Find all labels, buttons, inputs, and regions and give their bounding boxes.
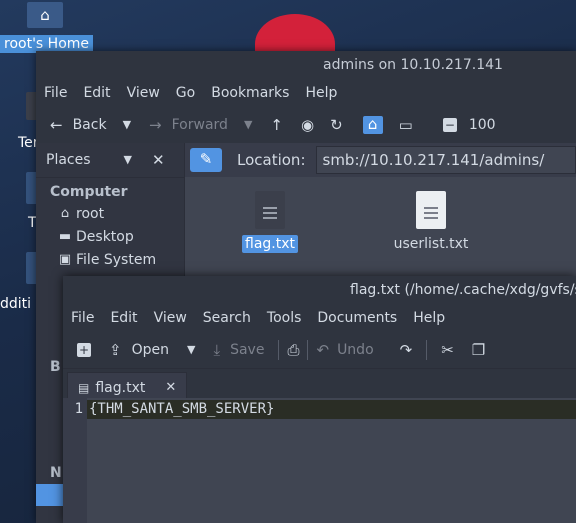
undo-icon: ↶ xyxy=(316,341,330,359)
file-manager-title: admins on 10.10.217.141 xyxy=(323,57,503,73)
up-arrow-icon[interactable]: ↑ xyxy=(270,117,283,133)
edit-location-button[interactable]: ✎ xyxy=(190,148,222,172)
sidebar-item-file-system[interactable]: ▣ File System xyxy=(36,248,184,271)
menu-go[interactable]: Go xyxy=(168,85,203,101)
back-button-label: Back xyxy=(72,117,107,133)
reload-icon[interactable]: ↻ xyxy=(330,117,343,133)
cut-icon[interactable]: ✂ xyxy=(441,342,454,358)
zoom-level: 100 xyxy=(468,117,496,133)
menu-file[interactable]: File xyxy=(63,310,102,326)
open-button-label: Open xyxy=(131,342,169,358)
file-name: flag.txt xyxy=(242,235,298,253)
text-editor-window: flag.txt (/home/.cache/xdg/gvfs/smb-shar… xyxy=(63,276,576,523)
menu-documents[interactable]: Documents xyxy=(309,310,405,326)
sidebar-item-label: Desktop xyxy=(76,228,134,245)
zoom-out-icon[interactable]: − xyxy=(442,118,457,132)
menu-help[interactable]: Help xyxy=(297,85,345,101)
text-line[interactable]: {THM_SANTA_SMB_SERVER} xyxy=(87,400,576,419)
sidebar-item-root[interactable]: ⌂ root xyxy=(36,202,184,225)
menu-search[interactable]: Search xyxy=(195,310,259,326)
sidebar-section-computer: Computer xyxy=(50,184,128,200)
sidebar-item-desktop[interactable]: ▬ Desktop xyxy=(36,225,184,248)
forward-button-label: Forward xyxy=(171,117,228,133)
menu-tools[interactable]: Tools xyxy=(259,310,310,326)
drive-icon: ▣ xyxy=(58,251,72,267)
sidebar-section-n: N xyxy=(50,465,62,481)
desktop-label-additional: dditi xyxy=(0,296,32,312)
pencil-icon: ✎ xyxy=(199,150,213,168)
location-label: Location: xyxy=(237,151,306,169)
sidebar-section-b: B xyxy=(50,359,61,375)
text-file-icon xyxy=(416,191,446,229)
sidebar-item-label: File System xyxy=(76,251,157,268)
home-icon: ⌂ xyxy=(60,205,70,221)
undo-button[interactable]: ↶ Undo xyxy=(316,342,373,358)
menu-view[interactable]: View xyxy=(146,310,195,326)
open-icon: ⇪ xyxy=(109,341,122,359)
location-input[interactable]: smb://10.10.217.141/admins/ xyxy=(315,146,576,174)
home-button-icon[interactable]: ⌂ xyxy=(362,116,383,134)
menu-edit[interactable]: Edit xyxy=(75,85,118,101)
save-button-label: Save xyxy=(230,342,265,358)
open-button[interactable]: ⇪ Open xyxy=(109,342,169,358)
file-manager-toolbar: ← Back ▼ → Forward ▼ ↑ ◉ ↻ ⌂ ▭ − 100 xyxy=(36,107,576,144)
file-manager-menubar: File Edit View Go Bookmarks Help xyxy=(36,79,576,107)
text-file-icon xyxy=(255,191,285,229)
toolbar-separator xyxy=(426,340,428,360)
places-header: Places ▼ ✕ xyxy=(36,143,184,178)
file-item-flag[interactable]: flag.txt xyxy=(215,191,325,253)
editor-titlebar[interactable]: flag.txt (/home/.cache/xdg/gvfs/smb-shar… xyxy=(63,276,576,304)
forward-dropdown-icon[interactable]: ▼ xyxy=(244,117,252,133)
text-area[interactable]: 1 {THM_SANTA_SMB_SERVER} xyxy=(63,398,576,523)
back-arrow-icon: ← xyxy=(50,116,63,134)
toolbar-separator xyxy=(307,340,309,360)
redo-icon[interactable]: ↷ xyxy=(400,342,413,358)
menu-view[interactable]: View xyxy=(119,85,168,101)
close-sidebar-icon[interactable]: ✕ xyxy=(152,152,165,168)
sidebar-item-label: root xyxy=(76,205,105,222)
home-folder-icon[interactable]: ⌂ xyxy=(27,2,63,28)
print-icon[interactable]: ⎙ xyxy=(287,342,299,358)
save-button[interactable]: ⤓ Save xyxy=(213,342,264,358)
menu-edit[interactable]: Edit xyxy=(102,310,145,326)
forward-arrow-icon: → xyxy=(149,116,162,134)
location-bar: ✎ Location: smb://10.10.217.141/admins/ xyxy=(185,143,576,177)
menu-bookmarks[interactable]: Bookmarks xyxy=(203,85,297,101)
line-number-gutter: 1 xyxy=(63,398,87,523)
open-dropdown-icon[interactable]: ▼ xyxy=(187,342,195,358)
undo-button-label: Undo xyxy=(337,342,374,358)
toolbar-separator xyxy=(278,340,280,360)
menu-file[interactable]: File xyxy=(36,85,75,101)
forward-button[interactable]: → Forward xyxy=(149,117,228,133)
places-label: Places xyxy=(46,152,91,168)
close-tab-icon[interactable]: ✕ xyxy=(165,380,176,396)
file-item-userlist[interactable]: userlist.txt xyxy=(376,191,486,253)
file-manager-titlebar[interactable]: admins on 10.10.217.141 xyxy=(36,51,576,79)
tab-label: flag.txt xyxy=(95,380,146,396)
stop-icon[interactable]: ◉ xyxy=(301,117,314,133)
document-icon: ▤ xyxy=(78,381,90,395)
new-document-icon[interactable]: + xyxy=(77,343,91,357)
desktop-icon: ▬ xyxy=(58,228,72,244)
file-name: userlist.txt xyxy=(393,236,469,252)
line-number: 1 xyxy=(74,401,83,417)
back-button[interactable]: ← Back xyxy=(50,117,107,133)
back-dropdown-icon[interactable]: ▼ xyxy=(123,117,131,133)
editor-title: flag.txt (/home/.cache/xdg/gvfs/smb-shar… xyxy=(350,282,576,298)
sidebar-selected-item[interactable] xyxy=(36,484,66,506)
computer-icon[interactable]: ▭ xyxy=(399,117,413,133)
copy-icon[interactable]: ❐ xyxy=(472,342,485,358)
editor-toolbar: + ⇪ Open ▼ ⤓ Save ⎙ ↶ Undo ↷ ✂ ❐ xyxy=(63,332,576,369)
menu-help[interactable]: Help xyxy=(405,310,453,326)
places-dropdown-icon[interactable]: ▼ xyxy=(124,152,132,168)
save-icon: ⤓ xyxy=(213,341,221,359)
editor-menubar: File Edit View Search Tools Documents He… xyxy=(63,304,576,332)
